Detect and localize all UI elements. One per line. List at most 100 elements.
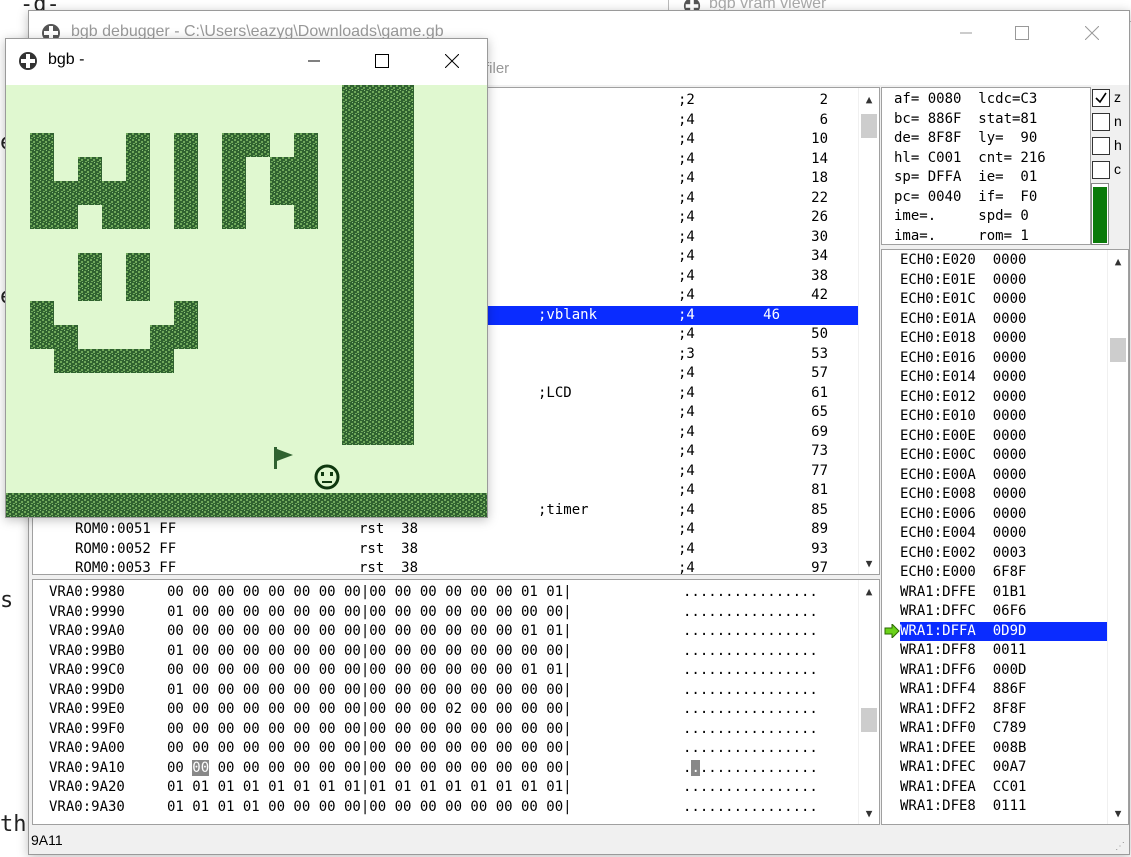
close-button[interactable] bbox=[429, 39, 475, 83]
resize-grip-icon[interactable]: ⋰ bbox=[1115, 841, 1125, 852]
stack-entry: WRA1:DFF0 C789 bbox=[900, 720, 1027, 736]
disasm-row[interactable]: ROM0:0052 FF rst 38 ;4 93 bbox=[33, 540, 858, 560]
disasm-address: ROM0:0052 FF bbox=[75, 540, 177, 557]
memory-row[interactable]: VRA0:99A0 00 00 00 00 00 00 00 00|00 00 0… bbox=[33, 622, 858, 642]
flag-h-checkbox[interactable] bbox=[1092, 137, 1110, 155]
disasm-total: 57 bbox=[811, 365, 828, 381]
disasm-cycles: ;4 bbox=[678, 170, 695, 186]
menu-item-profiler[interactable]: filer bbox=[485, 60, 509, 77]
stack-row[interactable]: WRA1:DFFE 01B1 bbox=[882, 583, 1107, 603]
stack-row[interactable]: ECH0:E010 0000 bbox=[882, 407, 1107, 427]
disasm-cycles: ;4 bbox=[678, 306, 695, 323]
minimize-button[interactable] bbox=[291, 39, 337, 83]
memory-row[interactable]: VRA0:9980 00 00 00 00 00 00 00 00|00 00 0… bbox=[33, 583, 858, 603]
flag-z-checkbox[interactable] bbox=[1092, 89, 1110, 107]
disasm-total: 42 bbox=[811, 287, 828, 303]
memory-row[interactable]: VRA0:9A10 00 00 00 00 00 00 00 00|00 00 0… bbox=[33, 759, 858, 779]
scroll-down-icon[interactable]: ▼ bbox=[1108, 804, 1128, 822]
memory-row[interactable]: VRA0:9A20 01 01 01 01 01 01 01 01|01 01 0… bbox=[33, 778, 858, 798]
stack-row[interactable]: ECH0:E020 0000 bbox=[882, 251, 1107, 271]
flag-n-checkbox[interactable] bbox=[1092, 113, 1110, 131]
stack-row[interactable]: WRA1:DFFC 06F6 bbox=[882, 602, 1107, 622]
flag-h-label: h bbox=[1114, 137, 1122, 153]
stack-row[interactable]: ECH0:E00C 0000 bbox=[882, 446, 1107, 466]
stack-row[interactable]: ECH0:E000 6F8F bbox=[882, 563, 1107, 583]
flag-c-checkbox[interactable] bbox=[1092, 161, 1110, 179]
scroll-thumb[interactable] bbox=[1110, 338, 1126, 362]
game-title-bar[interactable]: bgb - bbox=[6, 39, 487, 83]
disasm-cycles: ;3 bbox=[678, 345, 695, 362]
stack-row[interactable]: ECH0:E00E 0000 bbox=[882, 427, 1107, 447]
stack-entry: WRA1:DFFC 06F6 bbox=[900, 603, 1027, 619]
scroll-down-icon[interactable]: ▼ bbox=[859, 554, 879, 572]
win-letter-i bbox=[174, 133, 198, 229]
disasm-row[interactable]: ROM0:0053 FF rst 38 ;4 97 bbox=[33, 559, 858, 574]
stack-row[interactable]: ECH0:E01E 0000 bbox=[882, 271, 1107, 291]
stack-entry: ECH0:E014 0000 bbox=[900, 369, 1027, 385]
scroll-thumb[interactable] bbox=[861, 114, 877, 138]
stack-row[interactable]: ECH0:E004 0000 bbox=[882, 524, 1107, 544]
stack-pane[interactable]: ECH0:E020 0000 ECH0:E01E 0000 ECH0:E01C 00… bbox=[881, 249, 1129, 825]
stack-row[interactable]: WRA1:DFF4 886F bbox=[882, 680, 1107, 700]
disasm-cycles: ;4 bbox=[678, 228, 695, 245]
memory-scrollbar[interactable]: ▲ ▼ bbox=[858, 580, 879, 824]
memory-address: VRA0:9A20 bbox=[49, 779, 125, 795]
memory-ascii-cursor[interactable]: . bbox=[691, 759, 700, 776]
register-line: af= 0080 lcdc=C3 bbox=[894, 91, 1038, 107]
disasm-row[interactable]: ;vblank ;4 46 bbox=[485, 305, 858, 325]
stack-row[interactable]: WRA1:DFF6 000D bbox=[882, 661, 1107, 681]
stack-row[interactable]: WRA1:DFF2 8F8F bbox=[882, 700, 1107, 720]
scroll-up-icon[interactable]: ▲ bbox=[859, 582, 879, 600]
memory-row[interactable]: VRA0:99D0 01 00 00 00 00 00 00 00|00 00 0… bbox=[33, 681, 858, 701]
player-sprite-icon bbox=[314, 464, 340, 490]
game-screen[interactable] bbox=[6, 85, 487, 517]
stack-row[interactable]: ECH0:E00A 0000 bbox=[882, 466, 1107, 486]
maximize-button[interactable] bbox=[359, 39, 405, 83]
memory-row[interactable]: VRA0:99F0 00 00 00 00 00 00 00 00|00 00 0… bbox=[33, 720, 858, 740]
memory-ascii: ................ bbox=[683, 642, 818, 659]
disasm-total: 30 bbox=[811, 228, 828, 245]
disassembly-scrollbar[interactable]: ▲ ▼ bbox=[858, 88, 879, 574]
stack-row[interactable]: ECH0:E016 0000 bbox=[882, 349, 1107, 369]
disasm-row[interactable]: ROM0:0051 FF rst 38 ;4 89 bbox=[33, 520, 858, 540]
stack-row[interactable]: WRA1:DFF8 0011 bbox=[882, 641, 1107, 661]
game-window[interactable]: bgb - bbox=[5, 38, 488, 518]
stack-row[interactable]: WRA1:DFEC 00A7 bbox=[882, 758, 1107, 778]
scroll-thumb[interactable] bbox=[861, 708, 877, 732]
disasm-cycles: ;4 bbox=[678, 501, 695, 518]
disasm-total: 61 bbox=[811, 384, 828, 401]
memory-cursor[interactable]: 00 bbox=[192, 759, 210, 776]
close-button[interactable] bbox=[1069, 11, 1115, 55]
stack-row[interactable]: ECH0:E01C 0000 bbox=[882, 290, 1107, 310]
memory-row[interactable]: VRA0:99E0 00 00 00 00 00 00 00 00|00 00 0… bbox=[33, 700, 858, 720]
stack-row[interactable]: WRA1:DFE8 0111 bbox=[882, 797, 1107, 817]
memory-ascii: ................ bbox=[683, 584, 818, 600]
registers-pane[interactable]: af= 0080 lcdc=C3 bc= 886F stat=81 de= 8F8F… bbox=[881, 87, 1091, 245]
stack-row[interactable]: ECH0:E008 0000 bbox=[882, 485, 1107, 505]
stack-row[interactable]: ECH0:E01A 0000 bbox=[882, 310, 1107, 330]
stack-scrollbar[interactable]: ▲ ▼ bbox=[1107, 250, 1128, 824]
stack-row[interactable]: WRA1:DFFA 0D9D bbox=[882, 621, 1107, 641]
stack-row[interactable]: ECH0:E006 0000 bbox=[882, 505, 1107, 525]
memory-hex: 00 00 00 00 00 00 00 00|00 00 00 00 00 0… bbox=[167, 623, 572, 639]
memory-row[interactable]: VRA0:99C0 00 00 00 00 00 00 00 00|00 00 0… bbox=[33, 661, 858, 681]
stack-row[interactable]: ECH0:E002 0003 bbox=[882, 544, 1107, 564]
memory-pane[interactable]: VRA0:9980 00 00 00 00 00 00 00 00|00 00 0… bbox=[32, 579, 880, 825]
stack-row[interactable]: ECH0:E014 0000 bbox=[882, 368, 1107, 388]
scroll-up-icon[interactable]: ▲ bbox=[1108, 252, 1128, 270]
stack-list: ECH0:E020 0000 ECH0:E01E 0000 ECH0:E01C 00… bbox=[882, 251, 1107, 817]
stack-row[interactable]: WRA1:DFEE 008B bbox=[882, 739, 1107, 759]
stack-row[interactable]: ECH0:E012 0000 bbox=[882, 388, 1107, 408]
stack-row[interactable]: ECH0:E018 0000 bbox=[882, 329, 1107, 349]
memory-row[interactable]: VRA0:9A00 00 00 00 00 00 00 00 00|00 00 0… bbox=[33, 739, 858, 759]
memory-row[interactable]: VRA0:9A30 01 01 01 01 00 00 00 00|00 00 0… bbox=[33, 798, 858, 818]
memory-row[interactable]: VRA0:99B0 01 00 00 00 00 00 00 00|00 00 0… bbox=[33, 642, 858, 662]
scroll-up-icon[interactable]: ▲ bbox=[859, 90, 879, 108]
scroll-down-icon[interactable]: ▼ bbox=[859, 804, 879, 822]
memory-row[interactable]: VRA0:9990 01 00 00 00 00 00 00 00|00 00 0… bbox=[33, 603, 858, 623]
stack-row[interactable]: WRA1:DFF0 C789 bbox=[882, 719, 1107, 739]
stack-row[interactable]: WRA1:DFEA CC01 bbox=[882, 778, 1107, 798]
maximize-button[interactable] bbox=[999, 11, 1045, 55]
disasm-total: 65 bbox=[811, 404, 828, 420]
minimize-button[interactable] bbox=[943, 11, 989, 55]
